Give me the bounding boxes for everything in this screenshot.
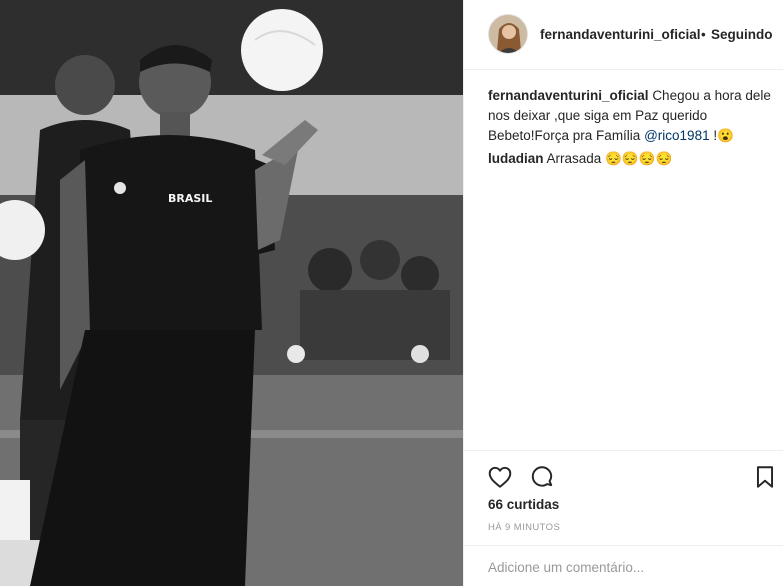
header-separator: • [701,27,706,42]
add-comment-input[interactable] [488,557,768,577]
comments-list: fernandaventurini_oficial Chegou a hora … [488,86,776,169]
post-timestamp: HÁ 9 MINUTOS [488,522,561,533]
avatar[interactable] [488,14,528,54]
mention-link[interactable]: @rico1981 [644,128,710,143]
header-username-link[interactable]: fernandaventurini_oficial [540,27,701,42]
post-photo[interactable]: BRASIL [0,0,463,586]
comment-username-link[interactable]: ludadian [488,151,544,166]
like-heart-icon[interactable] [487,464,513,490]
comment-username-link[interactable]: fernandaventurini_oficial [488,88,649,103]
bookmark-icon[interactable] [752,464,778,490]
comment-text-end: 😔😔😔😔 [605,151,673,166]
jersey-text: BRASIL [168,192,212,205]
following-button[interactable]: Seguindo [711,27,773,42]
comment-bubble-icon[interactable] [529,464,555,490]
post-details-panel: fernandaventurini_oficial • Seguindo fer… [463,0,783,586]
likes-count[interactable]: 66 curtidas [488,497,559,512]
add-comment-bar [464,545,783,585]
comment-text: Arrasada [546,151,602,166]
photo-scene: BRASIL [0,0,463,586]
avatar-image [489,15,527,53]
comment-item: ludadian Arrasada 😔😔😔😔 [488,149,776,169]
post-actions: 66 curtidas HÁ 9 MINUTOS [464,450,783,585]
comment-text-end: !😮 [713,128,734,143]
post-header: fernandaventurini_oficial • Seguindo [464,0,783,70]
comment-item: fernandaventurini_oficial Chegou a hora … [488,86,776,146]
